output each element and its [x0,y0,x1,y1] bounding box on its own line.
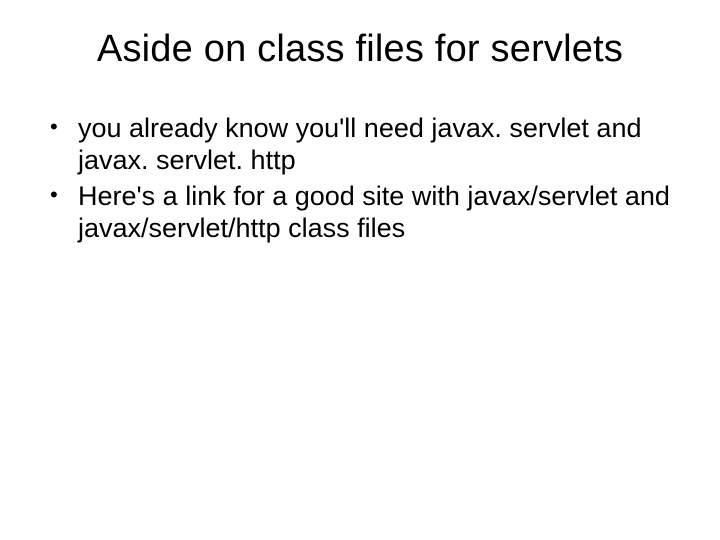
slide-title: Aside on class files for servlets [38,28,682,71]
slide: Aside on class files for servlets you al… [0,0,720,540]
bullet-item: you already know you'll need javax. serv… [44,113,682,177]
bullet-list: you already know you'll need javax. serv… [38,113,682,244]
bullet-item: Here's a link for a good site with javax… [44,181,682,245]
